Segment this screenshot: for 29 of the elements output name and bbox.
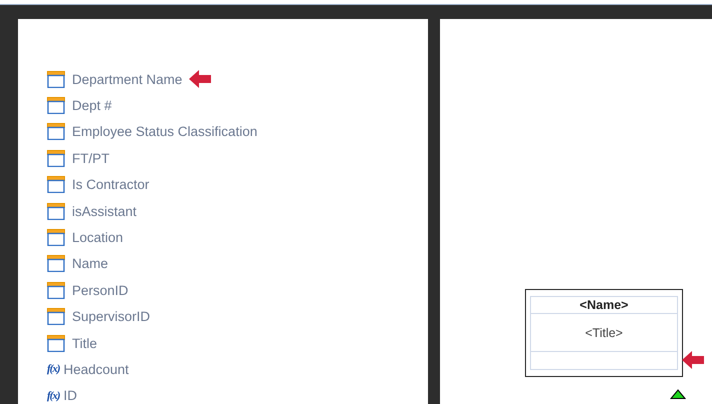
table-icon (47, 229, 65, 246)
function-icon: f(x) (47, 363, 60, 376)
field-label[interactable]: Employee Status Classification (72, 124, 258, 140)
field-label[interactable]: isAssistant (72, 204, 137, 219)
table-icon (47, 334, 65, 352)
field-label[interactable]: Location (72, 230, 124, 246)
card-text: <Name> (580, 298, 628, 312)
table-icon (47, 255, 65, 272)
field-label[interactable]: Headcount (64, 362, 129, 377)
field-label[interactable]: Dept # (72, 98, 112, 114)
table-icon (47, 308, 65, 326)
table-icon (47, 70, 65, 88)
field-label[interactable]: Is Contractor (72, 177, 150, 192)
field-label[interactable]: PersonID (72, 282, 128, 298)
table-icon (47, 150, 65, 167)
field-label[interactable]: SupervisorID (72, 309, 150, 324)
table-icon (47, 176, 65, 194)
field-label[interactable]: Department Name (72, 72, 182, 87)
table-icon (47, 202, 65, 220)
expand-triangle-icon[interactable] (670, 389, 686, 399)
field-label[interactable]: Name (72, 256, 108, 272)
card-text: <Title> (585, 326, 623, 340)
field-label[interactable]: ID (64, 388, 77, 404)
table-icon (47, 123, 65, 140)
function-icon: f(x) (47, 390, 60, 402)
field-label[interactable]: FT/PT (72, 150, 110, 166)
table-icon (47, 97, 65, 114)
field-label[interactable]: Title (72, 336, 98, 351)
table-icon (47, 282, 65, 299)
